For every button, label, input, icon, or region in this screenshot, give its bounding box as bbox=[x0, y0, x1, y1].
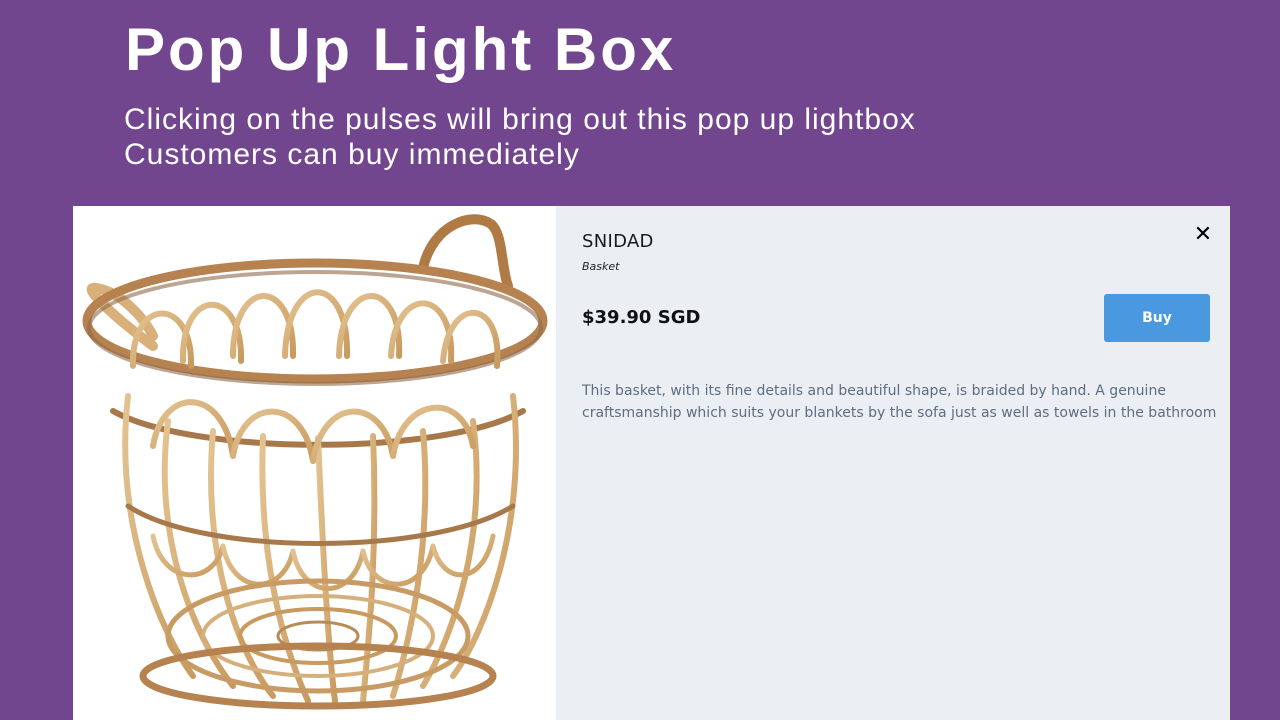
product-name: SNIDAD bbox=[582, 231, 654, 252]
product-detail-pane: SNIDAD Basket $39.90 SGD Buy ✕ This bask… bbox=[556, 206, 1230, 720]
product-description: This basket, with its fine details and b… bbox=[582, 380, 1222, 424]
lightbox-popup: SNIDAD Basket $39.90 SGD Buy ✕ This bask… bbox=[73, 206, 1230, 720]
product-price: $39.90 SGD bbox=[582, 307, 701, 328]
page-title: Pop Up Light Box bbox=[125, 16, 677, 83]
description-line: craftsmanship which suits your blankets … bbox=[582, 405, 1217, 421]
product-type: Basket bbox=[582, 260, 620, 273]
rattan-basket-image bbox=[82, 214, 548, 710]
buy-button[interactable]: Buy bbox=[1104, 294, 1210, 342]
close-icon[interactable]: ✕ bbox=[1192, 224, 1214, 246]
product-image-pane bbox=[73, 206, 556, 720]
page-subtitle: Clicking on the pulses will bring out th… bbox=[124, 102, 916, 172]
subtitle-line: Clicking on the pulses will bring out th… bbox=[124, 103, 916, 136]
subtitle-line: Customers can buy immediately bbox=[124, 138, 580, 171]
description-line: This basket, with its fine details and b… bbox=[582, 383, 1166, 399]
